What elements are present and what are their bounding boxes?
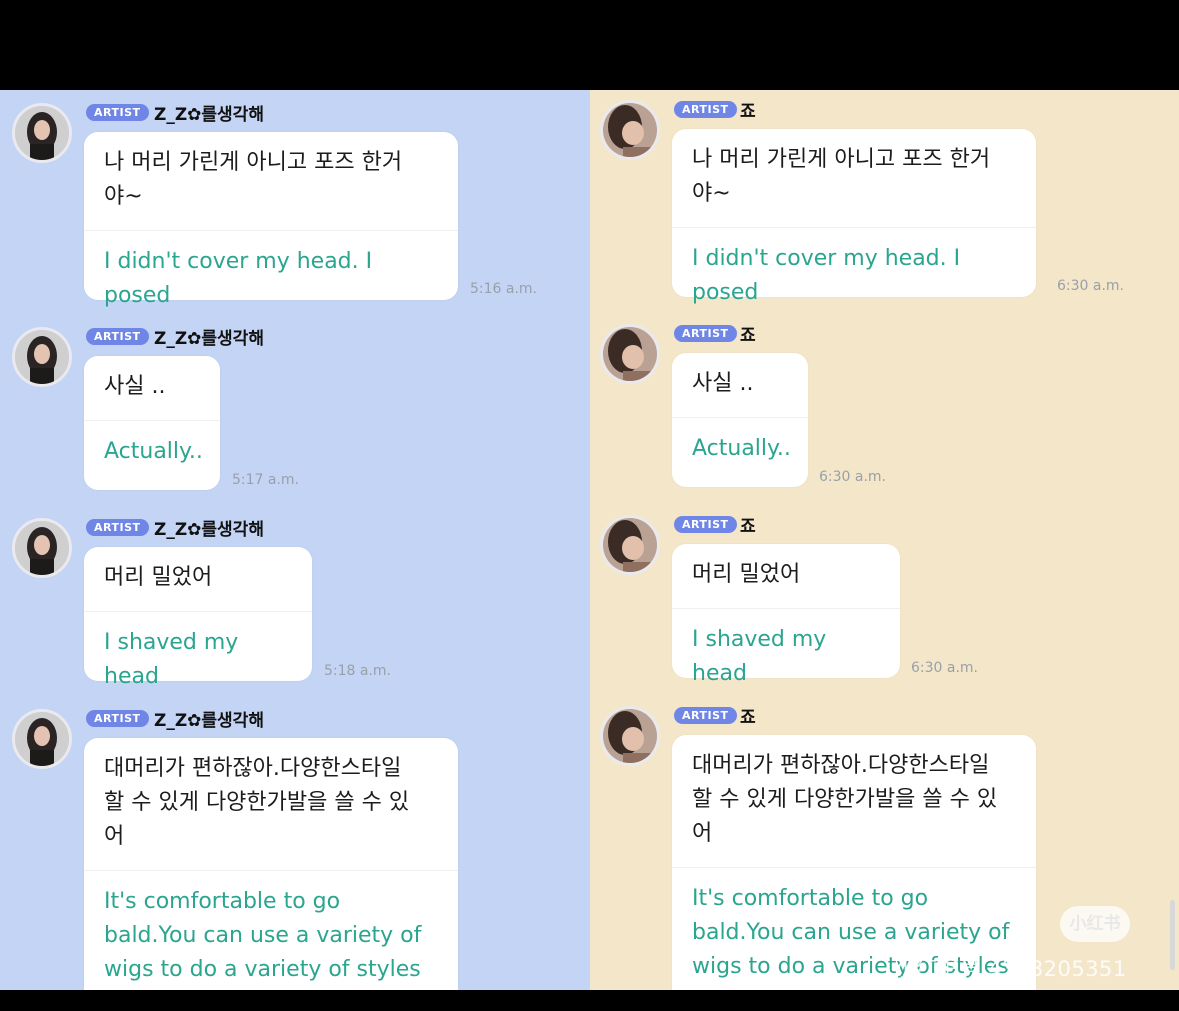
message-korean: 머리 밀었어 xyxy=(692,562,801,587)
avatar[interactable] xyxy=(600,515,660,575)
watermark-id: 小红书号 4318205351 xyxy=(895,957,1127,981)
message-bubble[interactable]: 머리 밀었어 I shaved my head xyxy=(672,544,900,686)
divider xyxy=(84,611,312,612)
message-korean: 나 머리 가린게 아니고 포즈 한거 야~ xyxy=(692,147,991,206)
avatar[interactable] xyxy=(600,706,660,766)
artist-badge: ARTIST xyxy=(86,104,149,121)
top-black-bar xyxy=(0,0,1179,90)
message-translation: I didn't cover my head. I posed xyxy=(104,249,380,308)
message-korean: 사실 .. xyxy=(692,371,754,396)
sender-name: Z_Z✿를생각해 xyxy=(154,520,264,540)
message-translation: Actually.. xyxy=(692,436,791,461)
message-translation: I shaved my head xyxy=(104,630,246,689)
artist-badge: ARTIST xyxy=(674,325,737,342)
sender-name: 죠 xyxy=(740,326,756,346)
message-time: 6:30 a.m. xyxy=(819,469,887,485)
avatar[interactable] xyxy=(12,709,72,769)
message-time: 5:17 a.m. xyxy=(232,472,300,488)
divider xyxy=(84,230,458,231)
message-bubble[interactable]: 대머리가 편하잖아.다양한스타일 할 수 있게 다양한가발을 쓸 수 있 어 I… xyxy=(84,738,458,990)
message-bubble[interactable]: 나 머리 가린게 아니고 포즈 한거 야~ I didn't cover my … xyxy=(84,132,458,308)
message-time: 6:30 a.m. xyxy=(911,660,979,676)
bottom-black-bar xyxy=(0,990,1179,1011)
message-time: 5:16 a.m. xyxy=(470,281,538,297)
message-bubble[interactable]: 머리 밀었어 I shaved my head xyxy=(84,547,312,689)
watermark-logo: 小红书 xyxy=(1060,906,1130,942)
sender-name: Z_Z✿를생각해 xyxy=(154,105,264,125)
message-bubble[interactable]: 나 머리 가린게 아니고 포즈 한거 야~ I didn't cover my … xyxy=(672,129,1036,305)
sender-name: 죠 xyxy=(740,708,756,728)
sender-name: Z_Z✿를생각해 xyxy=(154,711,264,731)
scrollbar[interactable] xyxy=(1170,900,1175,970)
message-time: 6:30 a.m. xyxy=(1057,278,1125,294)
message-translation: It's comfortable to go bald.You can use … xyxy=(104,889,422,982)
divider xyxy=(672,867,1036,868)
left-chat-panel[interactable]: ARTIST Z_Z✿를생각해 나 머리 가린게 아니고 포즈 한거 야~ I … xyxy=(0,90,590,990)
sender-name: 죠 xyxy=(740,517,756,537)
artist-badge: ARTIST xyxy=(674,101,737,118)
message-korean: 대머리가 편하잖아.다양한스타일 할 수 있게 다양한가발을 쓸 수 있 어 xyxy=(692,753,998,846)
message-bubble[interactable]: 사실 .. Actually.. xyxy=(672,353,808,487)
message-korean: 대머리가 편하잖아.다양한스타일 할 수 있게 다양한가발을 쓸 수 있 어 xyxy=(104,756,410,849)
artist-badge: ARTIST xyxy=(674,516,737,533)
sender-name: 죠 xyxy=(740,102,756,122)
avatar[interactable] xyxy=(12,327,72,387)
message-bubble[interactable]: 대머리가 편하잖아.다양한스타일 할 수 있게 다양한가발을 쓸 수 있 어 I… xyxy=(672,735,1036,990)
artist-badge: ARTIST xyxy=(86,519,149,536)
avatar[interactable] xyxy=(600,100,660,160)
divider xyxy=(672,227,1036,228)
message-korean: 머리 밀었어 xyxy=(104,565,213,590)
message-translation: I didn't cover my head. I posed xyxy=(692,246,968,305)
message-translation: Actually.. xyxy=(104,439,203,464)
artist-badge: ARTIST xyxy=(674,707,737,724)
sender-name: Z_Z✿를생각해 xyxy=(154,329,264,349)
divider xyxy=(84,420,220,421)
right-chat-panel[interactable]: ARTIST 죠 나 머리 가린게 아니고 포즈 한거 야~ I didn't … xyxy=(590,90,1179,990)
divider xyxy=(84,870,458,871)
message-korean: 나 머리 가린게 아니고 포즈 한거 야~ xyxy=(104,150,403,209)
message-korean: 사실 .. xyxy=(104,374,166,399)
message-time: 5:18 a.m. xyxy=(324,663,392,679)
avatar[interactable] xyxy=(12,103,72,163)
divider xyxy=(672,417,808,418)
artist-badge: ARTIST xyxy=(86,710,149,727)
avatar[interactable] xyxy=(12,518,72,578)
message-bubble[interactable]: 사실 .. Actually.. xyxy=(84,356,220,490)
divider xyxy=(672,608,900,609)
artist-badge: ARTIST xyxy=(86,328,149,345)
message-translation: I shaved my head xyxy=(692,627,834,686)
avatar[interactable] xyxy=(600,324,660,384)
